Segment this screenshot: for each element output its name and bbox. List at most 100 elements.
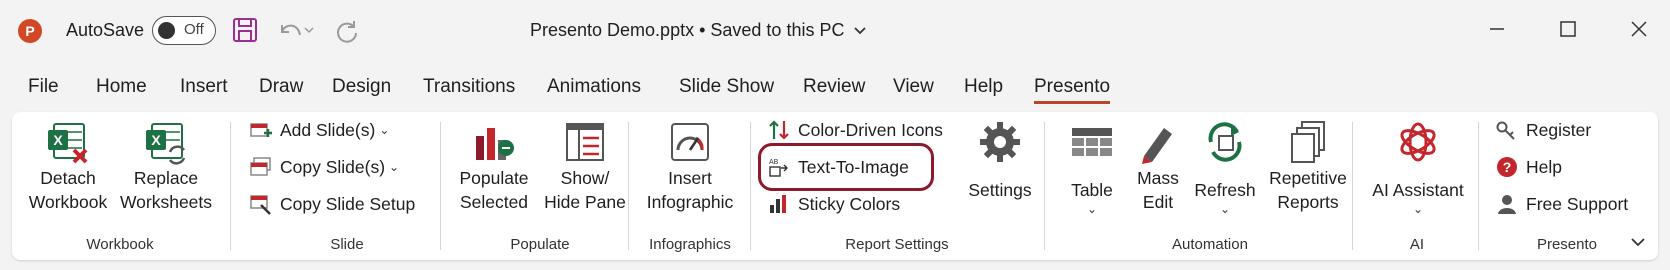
copy-slides-label: Copy Slide(s) bbox=[280, 156, 386, 177]
help-button[interactable]: ? Help bbox=[1496, 152, 1562, 182]
minimize-icon[interactable] bbox=[1482, 14, 1512, 44]
add-slide-icon bbox=[250, 123, 272, 137]
autosave-toggle[interactable]: Off bbox=[152, 16, 216, 45]
ribbon-panel: X Detach Workbook X Replace Worksheets W… bbox=[12, 112, 1658, 260]
tab-help[interactable]: Help bbox=[964, 76, 1003, 98]
refresh-icon bbox=[1208, 122, 1242, 162]
group-label-presento: Presento bbox=[1536, 236, 1598, 253]
register-label: Register bbox=[1526, 119, 1592, 140]
group-label-slide: Slide bbox=[330, 236, 364, 253]
group-label-workbook: Workbook bbox=[86, 236, 154, 253]
color-driven-icons-button[interactable]: Color-Driven Icons bbox=[768, 115, 943, 145]
tab-transitions[interactable]: Transitions bbox=[423, 76, 515, 98]
undo-dropdown-icon[interactable] bbox=[302, 15, 316, 45]
collapse-ribbon-icon[interactable] bbox=[1630, 236, 1646, 248]
close-icon[interactable] bbox=[1624, 14, 1654, 44]
help-label: Help bbox=[1526, 156, 1562, 177]
replace-label-2: Worksheets bbox=[119, 192, 213, 212]
sticky-colors-label: Sticky Colors bbox=[798, 193, 901, 214]
svg-text:?: ? bbox=[1503, 159, 1512, 175]
show-hide-pane-button[interactable]: Show/ Hide Pane bbox=[542, 118, 628, 214]
tab-view[interactable]: View bbox=[893, 76, 934, 98]
ai-assistant-button[interactable]: AI Assistant ⌄ bbox=[1364, 118, 1472, 216]
autosave-label: AutoSave bbox=[66, 20, 145, 40]
pencil-icon bbox=[1142, 128, 1172, 164]
save-icon[interactable] bbox=[230, 15, 260, 45]
pane-icon bbox=[566, 123, 604, 161]
copy-slide-setup-button[interactable]: Copy Slide Setup bbox=[250, 189, 415, 219]
copy-slide-icon bbox=[250, 157, 271, 176]
svg-text:X: X bbox=[151, 132, 161, 148]
help-icon: ? bbox=[1497, 157, 1517, 177]
group-separator bbox=[750, 122, 751, 250]
powerpoint-app-icon[interactable]: P bbox=[18, 19, 42, 43]
detach-workbook-button[interactable]: X Detach Workbook bbox=[24, 118, 112, 214]
detach-label-1: Detach bbox=[40, 168, 96, 188]
chevron-down-icon: ⌄ bbox=[1219, 202, 1231, 216]
arrows-updown-icon bbox=[769, 120, 789, 140]
excel-detach-icon: X bbox=[48, 123, 88, 164]
repetitive-label-1: Repetitive bbox=[1269, 168, 1347, 188]
ai-assistant-label: AI Assistant bbox=[1372, 180, 1464, 200]
tab-slide-show[interactable]: Slide Show bbox=[679, 76, 774, 98]
settings-button[interactable]: Settings bbox=[960, 118, 1040, 202]
settings-label: Settings bbox=[968, 180, 1032, 200]
register-button[interactable]: Register bbox=[1496, 115, 1591, 145]
repetitive-reports-button[interactable]: Repetitive Reports bbox=[1262, 118, 1354, 214]
copy-setup-label: Copy Slide Setup bbox=[280, 193, 416, 214]
sticky-colors-button[interactable]: Sticky Colors bbox=[768, 189, 900, 219]
group-separator bbox=[628, 122, 629, 250]
tab-review[interactable]: Review bbox=[803, 76, 865, 98]
refresh-button[interactable]: Refresh ⌄ bbox=[1190, 118, 1260, 216]
populate-selected-button[interactable]: Populate Selected bbox=[452, 118, 536, 214]
tab-insert[interactable]: Insert bbox=[180, 76, 228, 98]
repetitive-label-2: Reports bbox=[1277, 192, 1339, 212]
infographic-label-1: Insert bbox=[668, 168, 712, 188]
ribbon-tabs: File Home Insert Draw Design Transitions… bbox=[0, 76, 1670, 106]
color-icons-label: Color-Driven Icons bbox=[798, 119, 943, 140]
maximize-icon[interactable] bbox=[1553, 14, 1583, 44]
table-label: Table bbox=[1071, 180, 1113, 200]
group-separator bbox=[1352, 122, 1353, 250]
gear-icon bbox=[980, 122, 1020, 162]
pane-label-2: Hide Pane bbox=[544, 192, 626, 212]
title-bar: P AutoSave Off Presento Demo.pptx • Save… bbox=[0, 0, 1670, 62]
refresh-label: Refresh bbox=[1194, 180, 1256, 200]
table-button[interactable]: Table ⌄ bbox=[1056, 118, 1128, 216]
document-title[interactable]: Presento Demo.pptx • Saved to this PC bbox=[530, 20, 867, 41]
copy-slides-button[interactable]: Copy Slide(s) ⌄ bbox=[250, 152, 399, 182]
infographic-label-2: Infographic bbox=[646, 192, 734, 212]
mass-edit-label-1: Mass bbox=[1137, 168, 1179, 188]
group-label-ai: AI bbox=[1409, 236, 1425, 253]
ai-assistant-icon bbox=[1400, 122, 1436, 162]
populate-label-1: Populate bbox=[459, 168, 529, 188]
replace-label-1: Replace bbox=[133, 168, 199, 188]
detach-label-2: Workbook bbox=[28, 192, 108, 212]
group-label-automation: Automation bbox=[1172, 236, 1248, 253]
add-slides-button[interactable]: Add Slide(s) ⌄ bbox=[250, 115, 389, 145]
group-separator bbox=[440, 122, 441, 250]
chevron-down-icon: ⌄ bbox=[1412, 202, 1424, 216]
tab-animations[interactable]: Animations bbox=[547, 76, 641, 98]
populate-icon bbox=[476, 128, 514, 160]
group-separator bbox=[1478, 122, 1479, 250]
chevron-down-icon: ⌄ bbox=[389, 160, 400, 174]
tab-draw[interactable]: Draw bbox=[259, 76, 303, 98]
free-support-label: Free Support bbox=[1526, 193, 1629, 214]
tab-design[interactable]: Design bbox=[332, 76, 391, 98]
tab-presento[interactable]: Presento bbox=[1034, 76, 1111, 104]
tab-file[interactable]: File bbox=[28, 76, 59, 98]
tab-home[interactable]: Home bbox=[96, 76, 147, 98]
mass-edit-label-2: Edit bbox=[1142, 192, 1174, 212]
replace-worksheets-button[interactable]: X Replace Worksheets bbox=[116, 118, 216, 214]
free-support-button[interactable]: Free Support bbox=[1496, 189, 1628, 219]
mass-edit-button[interactable]: Mass Edit bbox=[1128, 118, 1188, 214]
insert-infographic-button[interactable]: Insert Infographic bbox=[640, 118, 740, 214]
excel-replace-icon: X bbox=[146, 123, 186, 165]
group-label-report-settings: Report Settings bbox=[845, 236, 949, 253]
support-person-icon bbox=[1498, 195, 1516, 214]
redo-icon[interactable] bbox=[332, 15, 362, 45]
group-label-infographics: Infographics bbox=[649, 236, 731, 253]
populate-label-2: Selected bbox=[459, 192, 529, 212]
group-separator bbox=[1044, 122, 1045, 250]
